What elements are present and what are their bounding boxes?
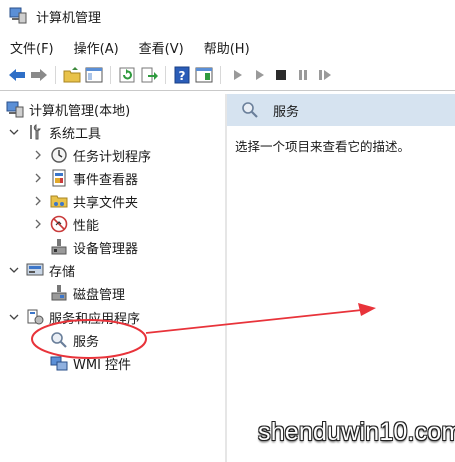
navigation-tree: 计算机管理(本地) 系统工具 任务计划程序 事件查看器 共享文件夹 性能 设备管… <box>0 94 224 462</box>
storage-icon <box>26 261 44 279</box>
wmi-control-icon <box>50 354 68 372</box>
details-title: 服务 <box>273 104 300 120</box>
back-arrow-icon[interactable] <box>6 65 28 85</box>
stop-icon[interactable] <box>270 65 292 85</box>
services-applications-icon <box>26 308 44 326</box>
tree-label: 计算机管理(本地) <box>29 103 131 119</box>
refresh-icon[interactable] <box>116 65 138 85</box>
toolbar-separator <box>110 66 111 84</box>
tree-node-storage[interactable]: 存储 <box>8 259 75 281</box>
tree-label: 磁盘管理 <box>73 287 126 303</box>
toolbar: ? <box>0 62 455 88</box>
play-alt-icon[interactable] <box>248 65 270 85</box>
tree-label: 服务 <box>73 334 100 350</box>
services-gear-search-icon <box>241 101 259 119</box>
toolbar-separator <box>220 66 221 84</box>
services-gear-search-icon <box>50 331 68 349</box>
export-list-icon[interactable] <box>138 65 160 85</box>
tree-node-shared-folders[interactable]: 共享文件夹 <box>32 190 138 212</box>
svg-text:?: ? <box>179 69 186 83</box>
watermark: shenduwin10.com <box>258 418 455 446</box>
chevron-right-icon[interactable] <box>32 195 44 207</box>
tree-node-root[interactable]: 计算机管理(本地) <box>6 98 130 120</box>
menu-action[interactable]: 操作(A) <box>70 38 123 57</box>
clock-icon <box>50 146 68 164</box>
tree-label: 系统工具 <box>49 126 102 142</box>
tree-node-disk-management[interactable]: 磁盘管理 <box>50 282 125 304</box>
tree-label: 事件查看器 <box>73 172 139 188</box>
restart-icon[interactable] <box>314 65 336 85</box>
properties-icon[interactable] <box>193 65 215 85</box>
play-icon[interactable] <box>226 65 248 85</box>
chevron-down-icon[interactable] <box>8 126 20 138</box>
window-title: 计算机管理 <box>36 11 102 26</box>
tree-node-services-and-applications[interactable]: 服务和应用程序 <box>8 306 140 328</box>
shared-folder-icon <box>50 192 68 210</box>
tree-node-system-tools[interactable]: 系统工具 <box>8 121 101 143</box>
pause-icon[interactable] <box>292 65 314 85</box>
chevron-down-icon[interactable] <box>8 264 20 276</box>
title-bar: 计算机管理 <box>0 0 455 32</box>
toolbar-separator <box>55 66 56 84</box>
details-description: 选择一个项目来查看它的描述。 <box>235 139 411 154</box>
tree-node-performance[interactable]: 性能 <box>32 213 99 235</box>
computer-management-icon <box>6 100 24 118</box>
chevron-right-icon[interactable] <box>32 172 44 184</box>
show-hide-tree-icon[interactable] <box>83 65 105 85</box>
details-pane: 服务 选择一个项目来查看它的描述。 <box>227 94 455 462</box>
menu-file[interactable]: 文件(F) <box>6 38 58 57</box>
disk-management-icon <box>50 284 68 302</box>
tree-node-wmi-control[interactable]: WMI 控件 <box>50 352 131 374</box>
toolbar-divider <box>0 90 455 91</box>
tree-label: 存储 <box>49 264 76 280</box>
menu-view[interactable]: 查看(V) <box>135 38 188 57</box>
tree-label: 性能 <box>73 218 100 234</box>
tools-icon <box>26 123 44 141</box>
tree-label: WMI 控件 <box>73 357 132 373</box>
chevron-right-icon[interactable] <box>32 218 44 230</box>
performance-icon <box>50 215 68 233</box>
tree-node-services[interactable]: 服务 <box>50 329 99 351</box>
tree-node-task-scheduler[interactable]: 任务计划程序 <box>32 144 151 166</box>
menu-help[interactable]: 帮助(H) <box>200 38 254 57</box>
up-folder-icon[interactable] <box>61 65 83 85</box>
tree-label: 共享文件夹 <box>73 195 139 211</box>
forward-arrow-icon[interactable] <box>28 65 50 85</box>
tree-label: 服务和应用程序 <box>49 311 141 327</box>
tree-label: 设备管理器 <box>73 241 139 257</box>
event-viewer-icon <box>50 169 68 187</box>
details-header: 服务 <box>227 94 455 126</box>
tree-label: 任务计划程序 <box>73 149 152 165</box>
tree-node-event-viewer[interactable]: 事件查看器 <box>32 167 138 189</box>
chevron-right-icon[interactable] <box>32 149 44 161</box>
menu-bar: 文件(F) 操作(A) 查看(V) 帮助(H) <box>0 35 455 59</box>
toolbar-separator <box>165 66 166 84</box>
computer-management-icon <box>9 6 27 24</box>
device-manager-icon <box>50 238 68 256</box>
help-icon[interactable]: ? <box>171 65 193 85</box>
chevron-down-icon[interactable] <box>8 311 20 323</box>
tree-node-device-manager[interactable]: 设备管理器 <box>50 236 138 258</box>
